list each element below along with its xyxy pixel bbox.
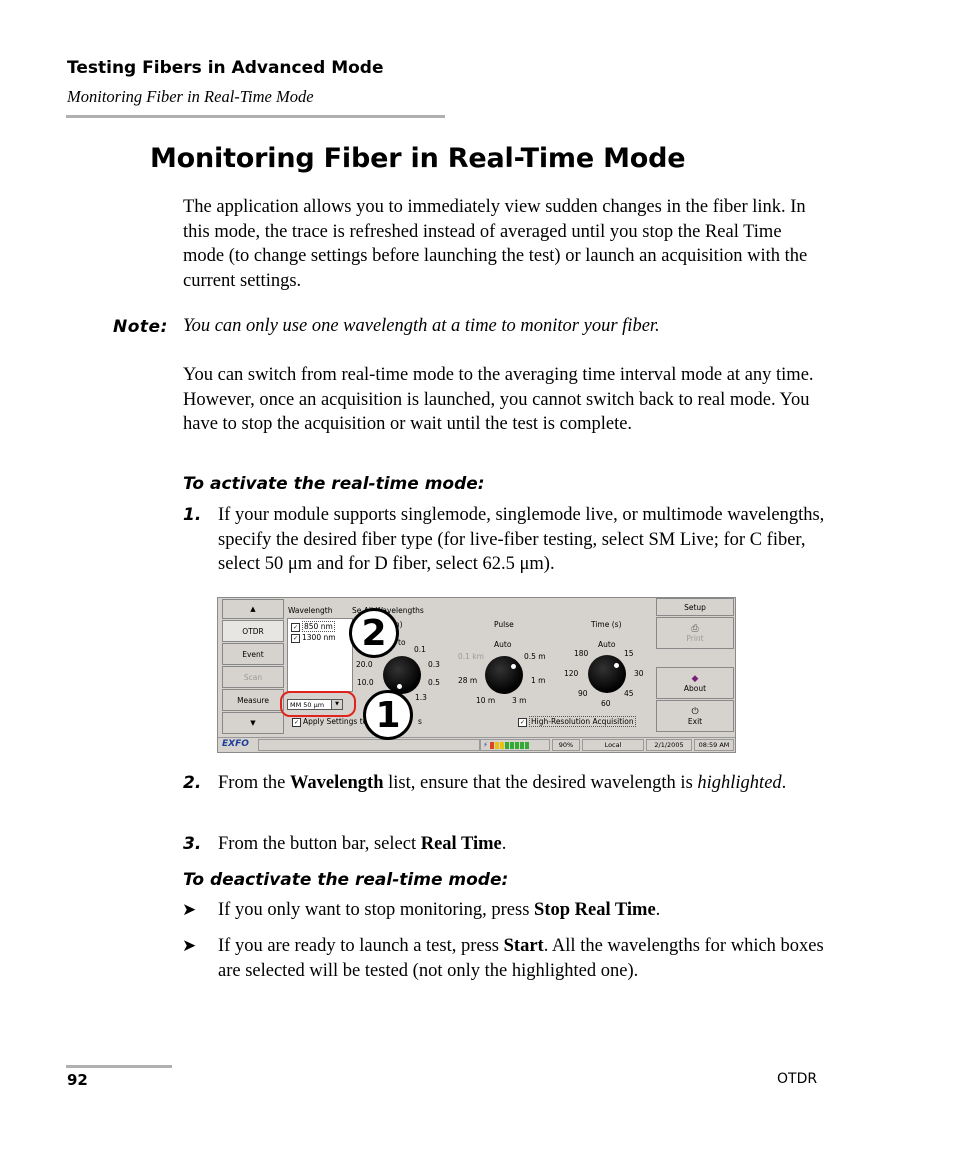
plug-icon: ⚡	[483, 741, 488, 749]
pulse-tick: Auto	[494, 640, 512, 649]
checkbox-checked-icon: ✓	[291, 633, 300, 643]
pulse-tick: 1 m	[531, 676, 546, 685]
time-tick: 180	[574, 649, 589, 658]
time-tick: 60	[601, 699, 611, 708]
time-tick: Auto	[598, 640, 616, 649]
power-icon: ⏻	[691, 706, 699, 717]
pulse-tick: 0.1 km	[458, 652, 484, 661]
bullet-arrow-icon: ➤	[182, 936, 197, 955]
measure-tab[interactable]: Measure	[222, 689, 284, 711]
switch-mode-paragraph: You can switch from real-time mode to th…	[183, 365, 814, 434]
checkbox-checked-icon: ✓	[292, 717, 301, 727]
footer-rule	[66, 1065, 172, 1068]
range-tick: 10.0	[357, 678, 374, 687]
exit-button[interactable]: ⏻ Exit	[656, 700, 734, 732]
setup-button[interactable]: Setup	[656, 598, 734, 616]
checkbox-checked-icon: ✓	[291, 622, 300, 632]
range-tick: 20.0	[356, 660, 373, 669]
bullet-start-text: If you are ready to launch a test, press…	[218, 936, 824, 981]
about-button[interactable]: ◆ About	[656, 667, 734, 699]
step-3-text: From the button bar, select Real Time.	[218, 834, 507, 854]
pulse-tick: 0.5 m	[524, 652, 546, 661]
page-title: Monitoring Fiber in Real-Time Mode	[150, 143, 686, 174]
wavelength-list[interactable]: ✓ 850 nm ✓ 1300 nm	[287, 618, 353, 692]
otdr-screenshot: ▲ OTDR Event Scan Measure ▼ Wavelength S…	[217, 597, 736, 753]
wavelength-item-1300[interactable]: ✓ 1300 nm	[291, 633, 336, 643]
print-button[interactable]: ⎙ Print	[656, 617, 734, 649]
event-tab[interactable]: Event	[222, 643, 284, 665]
otdr-tab[interactable]: OTDR	[222, 620, 284, 642]
status-date: 2/1/2005	[646, 739, 692, 751]
status-time: 08:59 AM	[694, 739, 734, 751]
callout-2: 2	[349, 608, 399, 658]
time-tick: 45	[624, 689, 634, 698]
range-tick: 0.1	[414, 645, 426, 654]
printer-icon: ⎙	[691, 623, 699, 634]
pulse-tick: 28 m	[458, 676, 478, 685]
range-tick: 0.5	[428, 678, 440, 687]
time-tick: 120	[564, 669, 579, 678]
scroll-up-button[interactable]: ▲	[222, 599, 284, 619]
battery-gauge: ⚡	[480, 739, 550, 751]
apply-settings-suffix: s	[418, 717, 422, 726]
time-tick: 15	[624, 649, 634, 658]
deactivate-heading: To deactivate the real-time mode:	[183, 870, 509, 890]
apply-settings-checkbox[interactable]: ✓ Apply Settings to	[292, 717, 367, 727]
fiber-select-highlight	[280, 691, 356, 717]
note-label: Note:	[113, 317, 168, 337]
scan-tab[interactable]: Scan	[222, 666, 284, 688]
status-bar: EXFO ⚡ 90% Local 2/1/2005 08:59 AM	[218, 737, 735, 752]
running-header-chapter: Testing Fibers in Advanced Mode	[67, 58, 384, 78]
range-tick: 0.3	[428, 660, 440, 669]
high-resolution-checkbox[interactable]: ✓ High-Resolution Acquisition	[518, 716, 636, 727]
pulse-label: Pulse	[494, 620, 514, 629]
step-1-text: If your module supports singlemode, sing…	[218, 505, 825, 574]
time-knob[interactable]	[588, 655, 626, 693]
note-text: You can only use one wavelength at a tim…	[183, 316, 660, 336]
status-message-area	[258, 739, 480, 751]
time-tick: 30	[634, 669, 644, 678]
pulse-knob[interactable]	[485, 656, 523, 694]
exfo-logo: EXFO	[222, 739, 249, 749]
arrow-up-icon: ▲	[250, 605, 256, 613]
time-tick: 90	[578, 689, 588, 698]
checkbox-checked-icon: ✓	[518, 717, 527, 727]
intro-paragraph: The application allows you to immediatel…	[183, 197, 808, 291]
pulse-tick: 3 m	[512, 696, 527, 705]
arrow-down-icon: ▼	[250, 719, 256, 727]
mode-indicator: Local	[582, 739, 644, 751]
pulse-tick: 10 m	[476, 696, 496, 705]
book-icon: ◆	[691, 673, 699, 684]
scroll-down-button[interactable]: ▼	[222, 712, 284, 734]
bullet-stop-text: If you only want to stop monitoring, pre…	[218, 900, 661, 920]
step-2-text: From the Wavelength list, ensure that th…	[218, 773, 787, 793]
step-1-number: 1.	[183, 505, 202, 525]
range-tick: to	[398, 638, 406, 647]
step-2-number: 2.	[183, 773, 202, 793]
wavelength-label: Wavelength	[288, 606, 333, 615]
callout-1: 1	[363, 690, 413, 740]
wavelength-item-850[interactable]: ✓ 850 nm	[291, 621, 335, 632]
running-header-section: Monitoring Fiber in Real-Time Mode	[67, 87, 314, 106]
range-knob[interactable]	[383, 656, 421, 694]
battery-percent: 90%	[552, 739, 580, 751]
activate-heading: To activate the real-time mode:	[183, 474, 485, 494]
range-tick: 1.3	[415, 693, 427, 702]
header-rule	[66, 115, 445, 118]
bullet-arrow-icon: ➤	[182, 900, 197, 919]
step-3-number: 3.	[183, 834, 202, 854]
footer-product: OTDR	[777, 1071, 818, 1087]
page-number: 92	[67, 1071, 88, 1089]
time-label: Time (s)	[591, 620, 622, 629]
